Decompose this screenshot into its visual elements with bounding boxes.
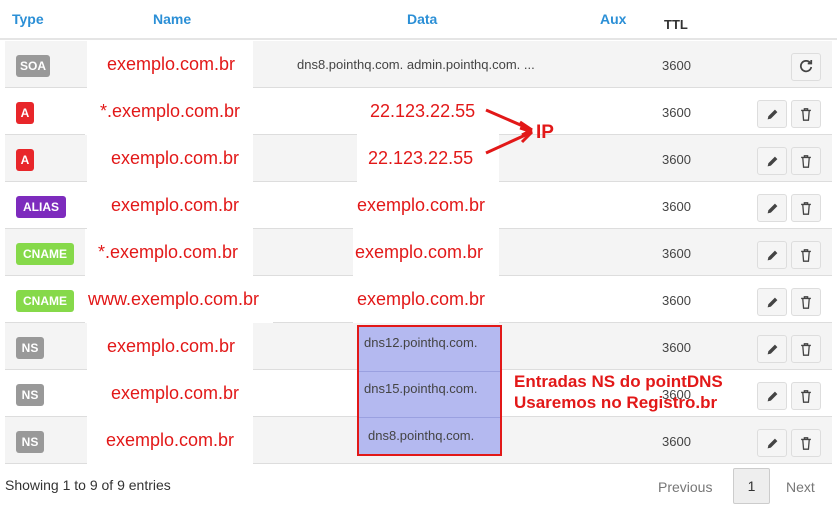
record-name: exemplo.com.br <box>87 417 253 464</box>
delete-button[interactable] <box>791 288 821 316</box>
pencil-icon <box>767 250 777 260</box>
delete-button[interactable] <box>791 429 821 457</box>
delete-button[interactable] <box>791 194 821 222</box>
column-header-name[interactable]: Name <box>153 11 191 27</box>
delete-button[interactable] <box>791 147 821 175</box>
table-info: Showing 1 to 9 of 9 entries <box>5 477 171 493</box>
record-name: exemplo.com.br <box>87 135 253 182</box>
record-data: dns8.pointhq.com. <box>368 428 475 443</box>
ns-highlight-box: dns12.pointhq.com. dns15.pointhq.com. dn… <box>357 325 502 456</box>
table-row: A exemplo.com.br 22.123.22.55 3600 <box>5 135 832 182</box>
column-header-data[interactable]: Data <box>407 11 437 27</box>
record-name: exemplo.com.br <box>87 323 253 370</box>
record-data: dns15.pointhq.com. <box>364 381 478 396</box>
table-row: SOA exemplo.com.br dns8.pointhq.com. adm… <box>5 41 832 88</box>
table-row: A *.exemplo.com.br 22.123.22.55 3600 <box>5 88 832 135</box>
pencil-icon <box>767 109 777 119</box>
record-data: exemplo.com.br <box>353 276 499 323</box>
record-ttl: 3600 <box>662 246 691 261</box>
trash-icon <box>801 295 811 309</box>
edit-button[interactable] <box>757 382 787 410</box>
annotation-ns-line2: Usaremos no Registro.br <box>514 393 718 412</box>
edit-button[interactable] <box>757 100 787 128</box>
pencil-icon <box>767 203 777 213</box>
edit-button[interactable] <box>757 288 787 316</box>
delete-button[interactable] <box>791 100 821 128</box>
column-header-aux[interactable]: Aux <box>600 11 626 27</box>
trash-icon <box>801 107 811 121</box>
type-badge: A <box>16 149 34 171</box>
column-header-ttl: TTL <box>664 17 688 32</box>
record-ttl: 3600 <box>662 199 691 214</box>
edit-button[interactable] <box>757 147 787 175</box>
delete-button[interactable] <box>791 241 821 269</box>
annotation-ns: Entradas NS do pointDNS Usaremos no Regi… <box>514 371 723 413</box>
column-header-type[interactable]: Type <box>12 11 44 27</box>
record-name: *.exemplo.com.br <box>85 88 253 135</box>
record-data: 22.123.22.55 <box>357 135 499 182</box>
trash-icon <box>801 389 811 403</box>
record-ttl: 3600 <box>662 58 691 73</box>
pencil-icon <box>767 297 777 307</box>
pencil-icon <box>767 344 777 354</box>
type-badge: A <box>16 102 34 124</box>
type-badge: SOA <box>16 55 50 77</box>
type-badge: CNAME <box>16 290 74 312</box>
table-row: CNAME *.exemplo.com.br exemplo.com.br 36… <box>5 229 832 276</box>
arrow-icon <box>485 108 534 155</box>
refresh-icon <box>799 60 813 73</box>
type-badge: NS <box>16 337 44 359</box>
previous-button[interactable]: Previous <box>658 479 712 495</box>
record-data: 22.123.22.55 <box>357 88 499 135</box>
edit-button[interactable] <box>757 194 787 222</box>
record-ttl: 3600 <box>662 152 691 167</box>
record-data: dns8.pointhq.com. admin.pointhq.com. ... <box>297 57 535 72</box>
record-ttl: 3600 <box>662 105 691 120</box>
edit-button[interactable] <box>757 429 787 457</box>
pencil-icon <box>767 391 777 401</box>
record-data: exemplo.com.br <box>353 229 499 276</box>
type-badge: ALIAS <box>16 196 66 218</box>
page-button-current[interactable]: 1 <box>733 468 770 504</box>
table-row: CNAME www.exemplo.com.br exemplo.com.br … <box>5 276 832 323</box>
record-data: dns12.pointhq.com. <box>364 335 478 350</box>
trash-icon <box>801 342 811 356</box>
next-button[interactable]: Next <box>786 479 815 495</box>
pencil-icon <box>767 438 777 448</box>
trash-icon <box>801 154 811 168</box>
delete-button[interactable] <box>791 382 821 410</box>
record-name: exemplo.com.br <box>87 182 253 229</box>
delete-button[interactable] <box>791 335 821 363</box>
record-name: *.exemplo.com.br <box>85 229 253 276</box>
trash-icon <box>801 248 811 262</box>
record-name: exemplo.com.br <box>87 41 253 88</box>
record-ttl: 3600 <box>662 340 691 355</box>
type-badge: CNAME <box>16 243 74 265</box>
type-badge: NS <box>16 431 44 453</box>
record-name: www.exemplo.com.br <box>85 276 273 323</box>
refresh-button[interactable] <box>791 53 821 81</box>
annotation-ip: IP <box>536 122 554 143</box>
type-badge: NS <box>16 384 44 406</box>
edit-button[interactable] <box>757 335 787 363</box>
table-row: ALIAS exemplo.com.br exemplo.com.br 3600 <box>5 182 832 229</box>
record-data: exemplo.com.br <box>353 182 499 229</box>
edit-button[interactable] <box>757 241 787 269</box>
record-ttl: 3600 <box>662 293 691 308</box>
trash-icon <box>801 201 811 215</box>
trash-icon <box>801 436 811 450</box>
pencil-icon <box>767 156 777 166</box>
table-header: Type Name Data Aux TTL <box>0 0 837 40</box>
record-name: exemplo.com.br <box>87 370 253 417</box>
annotation-ns-line1: Entradas NS do pointDNS <box>514 372 723 391</box>
record-ttl: 3600 <box>662 434 691 449</box>
